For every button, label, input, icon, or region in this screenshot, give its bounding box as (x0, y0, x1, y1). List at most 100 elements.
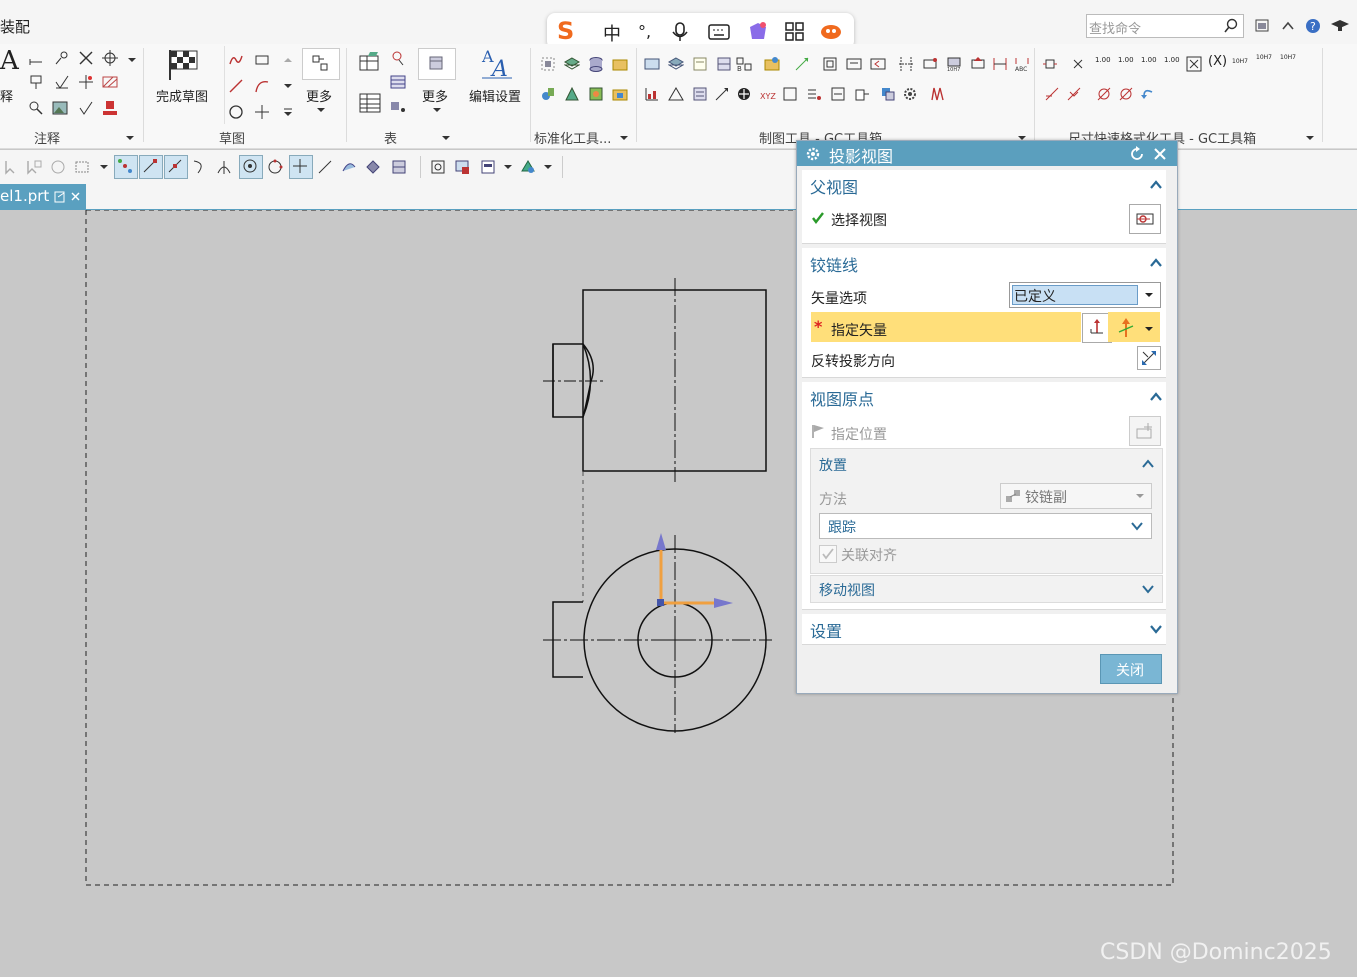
draft-tool-22-icon[interactable] (854, 86, 870, 102)
command-search[interactable]: 查找命令 (1086, 14, 1244, 38)
associative-align-checkbox[interactable] (819, 545, 837, 563)
balloon-icon[interactable] (390, 50, 406, 66)
method-select[interactable]: 铰链副 (1000, 483, 1152, 509)
group-annotation-menu-icon[interactable] (122, 130, 138, 146)
subsection-move-view[interactable]: 移动视图 (810, 575, 1163, 603)
hatch-icon[interactable] (102, 74, 118, 90)
draft-tool-8-icon[interactable] (822, 56, 838, 72)
fit-1[interactable]: 10H7 (1232, 58, 1248, 65)
arc-icon[interactable] (254, 78, 270, 94)
keyboard-icon[interactable] (708, 23, 730, 41)
snap-quadrant-icon[interactable] (267, 159, 283, 175)
select-box-icon[interactable] (74, 159, 90, 175)
group-annotation[interactable]: 注释 (34, 128, 60, 147)
dim-tool-2-icon[interactable] (1044, 86, 1060, 102)
draft-tool-23-icon[interactable] (880, 86, 896, 102)
draft-tool-10-icon[interactable] (870, 56, 886, 72)
more-sketch-dropdown-icon[interactable] (313, 102, 329, 118)
chevron-down-icon[interactable] (1141, 582, 1155, 596)
fit-2[interactable]: 10H7 (1256, 54, 1272, 61)
snap-point-icon[interactable] (117, 158, 133, 174)
close-icon[interactable] (1152, 146, 1168, 162)
view-zoom-icon[interactable] (454, 159, 470, 175)
draft-tool-12-icon[interactable] (922, 56, 938, 72)
help-icon[interactable]: ? (1305, 18, 1321, 34)
draft-tool-21-icon[interactable] (830, 86, 846, 102)
zoom-icon[interactable] (28, 100, 44, 116)
reset-icon[interactable] (1129, 146, 1145, 162)
std-tool-4-icon[interactable] (612, 86, 628, 102)
square-icon[interactable] (782, 86, 798, 102)
scroll-down-icon[interactable] (280, 78, 296, 94)
specify-vector-label[interactable]: 指定矢量 (831, 320, 887, 340)
parent-view-geometry[interactable] (543, 278, 767, 482)
section-settings-title[interactable]: 设置 (810, 618, 842, 642)
tolerance-4[interactable]: 1.00 (1164, 56, 1180, 64)
leader-icon[interactable] (54, 50, 70, 66)
snap-body-icon[interactable] (365, 159, 381, 175)
ball-icon[interactable] (736, 86, 752, 102)
paren-x-icon[interactable]: (X) (1208, 54, 1227, 69)
view-triad[interactable] (656, 533, 733, 608)
select-filter-icon[interactable] (4, 159, 20, 175)
finish-sketch-button[interactable]: 完成草图 (156, 86, 208, 105)
gear-icon[interactable] (902, 86, 918, 102)
dim-clear-icon[interactable] (1070, 56, 1086, 72)
ime-logo-icon[interactable]: S (557, 17, 574, 45)
std-tool-1-icon[interactable] (540, 86, 556, 102)
select-view-button[interactable] (1129, 204, 1161, 234)
std-view-icon[interactable] (540, 56, 556, 72)
xyz-icon[interactable]: XYZ (760, 86, 776, 102)
view-fit-icon[interactable] (430, 159, 446, 175)
weld-symbol-icon[interactable] (78, 100, 94, 116)
tabular-icon[interactable] (358, 92, 382, 114)
surface-finish-icon[interactable] (54, 74, 70, 90)
group-standard-menu-icon[interactable] (616, 130, 632, 146)
draft-tool-5-icon[interactable]: B (736, 56, 752, 72)
group-standard-tools[interactable]: 标准化工具... (534, 128, 611, 147)
chevron-up-icon[interactable] (1149, 390, 1163, 404)
section-parent-view-title[interactable]: 父视图 (810, 174, 858, 198)
select-filter-2-icon[interactable] (26, 159, 42, 175)
snap-midpoint-icon[interactable] (167, 158, 183, 174)
snap-curve-icon[interactable] (192, 159, 208, 175)
skin-icon[interactable] (747, 21, 769, 41)
view-render-dropdown-icon[interactable] (540, 159, 556, 175)
move-view-title[interactable]: 移动视图 (819, 580, 875, 600)
group-table[interactable]: 表 (384, 128, 397, 147)
chevron-up-icon[interactable] (1149, 256, 1163, 270)
tolerance-3[interactable]: 1.00 (1141, 56, 1157, 64)
vector-inference-icon[interactable] (1116, 317, 1136, 339)
tracking-select[interactable]: 跟踪 (819, 513, 1152, 539)
point-plus-icon[interactable] (254, 104, 270, 120)
fit-3[interactable]: 10H7 (1280, 54, 1296, 61)
scroll-up-icon[interactable] (280, 52, 296, 68)
apps-grid-icon[interactable] (785, 22, 805, 42)
spline-icon[interactable] (228, 52, 244, 68)
draft-tool-11-icon[interactable] (898, 56, 914, 72)
section-hinge-line-title[interactable]: 铰链线 (810, 252, 858, 276)
specify-position-button[interactable] (1129, 416, 1161, 446)
snap-endpoint-icon[interactable] (142, 158, 158, 174)
snap-intersect-icon[interactable] (216, 159, 232, 175)
draft-tool-4-icon[interactable] (716, 56, 732, 72)
dimension-icon[interactable] (28, 54, 44, 70)
target-point-icon[interactable] (78, 74, 94, 90)
snap-on-curve-icon[interactable] (317, 159, 333, 175)
section-view-origin-title[interactable]: 视图原点 (810, 386, 874, 410)
edit-settings-button[interactable]: 编辑设置 (469, 86, 521, 105)
tab-active-file[interactable]: el1.prt (0, 184, 86, 209)
reverse-direction-button[interactable] (1137, 346, 1161, 370)
draft-tool-1-icon[interactable] (644, 56, 660, 72)
draft-tool-17-icon[interactable] (644, 86, 660, 102)
finish-sketch-flag-icon[interactable] (166, 48, 200, 80)
dropdown-arrow-icon[interactable] (124, 52, 140, 68)
window-icon[interactable] (1254, 18, 1270, 34)
vector-option-select[interactable]: 已定义 (1009, 282, 1161, 308)
circle-icon[interactable] (228, 104, 244, 120)
search-icon[interactable] (1223, 18, 1239, 34)
draft-tool-18-icon[interactable] (692, 86, 708, 102)
ime-language-toggle[interactable]: 中 (603, 20, 621, 46)
select-view-label[interactable]: 选择视图 (831, 210, 887, 230)
centermark-icon[interactable] (102, 50, 118, 66)
